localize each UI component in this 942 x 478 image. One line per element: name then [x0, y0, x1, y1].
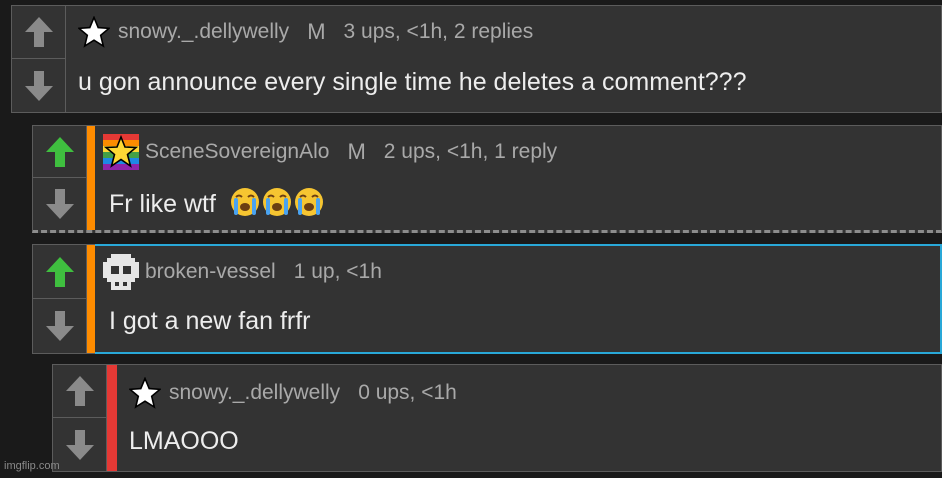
comment-meta: 0 ups, <1h	[358, 381, 457, 404]
username-link[interactable]: snowy._.dellywelly	[169, 381, 340, 405]
upvote-button[interactable]	[12, 6, 65, 59]
comment-meta: 3 ups, <1h, 2 replies	[343, 20, 534, 43]
arrow-down-icon	[24, 70, 53, 101]
comment-body: I got a new fan frfr	[109, 307, 311, 335]
downvote-button[interactable]	[12, 59, 65, 112]
upvote-button[interactable]	[33, 126, 86, 178]
username-link[interactable]: snowy._.dellywelly	[118, 20, 289, 44]
vote-column	[53, 365, 107, 471]
mod-badge: M	[347, 139, 366, 164]
downvote-button[interactable]	[53, 418, 106, 471]
downvote-button[interactable]	[33, 178, 86, 230]
comment-card: snowy._.dellywelly 0 ups, <1h LMAOOO	[52, 364, 942, 472]
arrow-up-icon	[45, 136, 74, 167]
arrow-up-icon	[24, 17, 53, 47]
thread-stripe	[107, 365, 117, 471]
upvote-button[interactable]	[53, 365, 106, 418]
arrow-down-icon	[65, 429, 94, 460]
arrow-down-icon	[45, 189, 74, 219]
star-icon	[127, 375, 163, 411]
arrow-up-icon	[65, 376, 94, 406]
comment-header: broken-vessel 1 up, <1h	[103, 254, 382, 290]
watermark: imgflip.com	[4, 460, 60, 472]
username-link[interactable]: SceneSovereignAlo	[145, 140, 329, 164]
arrow-down-icon	[45, 311, 74, 341]
comment-card: broken-vessel 1 up, <1h I got a new fan …	[32, 244, 942, 354]
pixel-skull-icon	[103, 254, 139, 290]
comment-card: SceneSovereignAlo M 2 ups, <1h, 1 reply …	[32, 125, 942, 233]
upvote-button[interactable]	[33, 245, 86, 299]
comment-body-text: Fr like wtf	[109, 190, 216, 218]
username-link[interactable]: broken-vessel	[145, 260, 276, 284]
thread-stripe	[87, 126, 95, 230]
comment-meta: 2 ups, <1h, 1 reply	[383, 140, 558, 163]
comment-card: snowy._.dellywelly M 3 ups, <1h, 2 repli…	[11, 5, 942, 113]
comment-header: snowy._.dellywelly M 3 ups, <1h, 2 repli…	[76, 14, 533, 50]
comment-body: u gon announce every single time he dele…	[78, 68, 747, 96]
comment-header: SceneSovereignAlo M 2 ups, <1h, 1 reply	[103, 134, 557, 170]
crying-face-icon	[230, 188, 323, 216]
star-icon	[76, 14, 112, 50]
loudly-crying-emoji-group	[229, 186, 325, 225]
comment-header: snowy._.dellywelly 0 ups, <1h	[127, 375, 457, 411]
arrow-up-icon	[45, 256, 74, 287]
comment-meta: 1 up, <1h	[293, 260, 382, 283]
rainbow-star-icon	[103, 134, 139, 170]
vote-column	[12, 6, 66, 112]
vote-column	[33, 126, 87, 230]
comment-body: LMAOOO	[129, 427, 239, 455]
vote-column	[33, 245, 87, 353]
comment-body: Fr like wtf	[109, 186, 325, 225]
downvote-button[interactable]	[33, 299, 86, 353]
thread-stripe	[87, 245, 95, 353]
mod-badge: M	[307, 19, 326, 44]
